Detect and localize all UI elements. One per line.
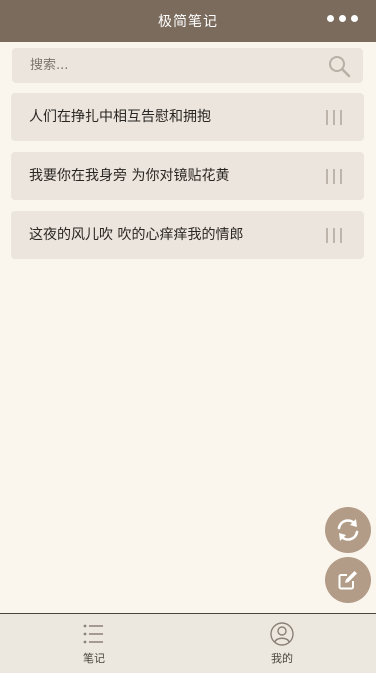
drag-handle-icon[interactable] xyxy=(326,110,342,125)
note-list: 人们在挣扎中相互告慰和拥抱 我要你在我身旁 为你对镜贴花黄 这夜的风儿吹 吹的心… xyxy=(11,93,364,270)
more-horizontal-icon xyxy=(327,15,334,22)
sync-button[interactable] xyxy=(325,507,371,553)
drag-handle-icon[interactable] xyxy=(326,228,342,243)
tab-bar: 笔记 我的 xyxy=(0,613,376,673)
more-options-button[interactable] xyxy=(327,15,358,22)
tab-label: 我的 xyxy=(271,652,293,665)
drag-handle-icon[interactable] xyxy=(326,169,342,184)
more-dot xyxy=(339,15,346,22)
note-title: 这夜的风儿吹 吹的心痒痒我的情郎 xyxy=(29,227,244,243)
more-dot xyxy=(351,15,358,22)
search-input[interactable] xyxy=(30,48,320,83)
list-icon xyxy=(83,624,103,644)
sync-icon xyxy=(337,519,359,541)
note-item[interactable]: 我要你在我身旁 为你对镜贴花黄 xyxy=(11,152,364,200)
note-title: 我要你在我身旁 为你对镜贴花黄 xyxy=(29,168,230,184)
note-title: 人们在挣扎中相互告慰和拥抱 xyxy=(29,109,211,125)
note-item[interactable]: 人们在挣扎中相互告慰和拥抱 xyxy=(11,93,364,141)
search-bar xyxy=(12,48,363,83)
user-icon xyxy=(270,622,294,646)
note-item[interactable]: 这夜的风儿吹 吹的心痒痒我的情郎 xyxy=(11,211,364,259)
tab-label: 笔记 xyxy=(83,652,105,665)
tab-mine[interactable]: 我的 xyxy=(188,614,376,673)
tab-notes[interactable]: 笔记 xyxy=(0,614,188,673)
new-note-button[interactable] xyxy=(325,557,371,603)
edit-icon xyxy=(338,571,357,590)
app-root: 极简笔记 人们在挣扎中相互告慰和拥抱 我要你在我身旁 为你对镜贴花黄 这夜的风儿… xyxy=(0,0,376,673)
search-icon[interactable] xyxy=(327,54,351,78)
page-title: 极简笔记 xyxy=(158,14,218,30)
navbar: 极简笔记 xyxy=(0,0,376,42)
